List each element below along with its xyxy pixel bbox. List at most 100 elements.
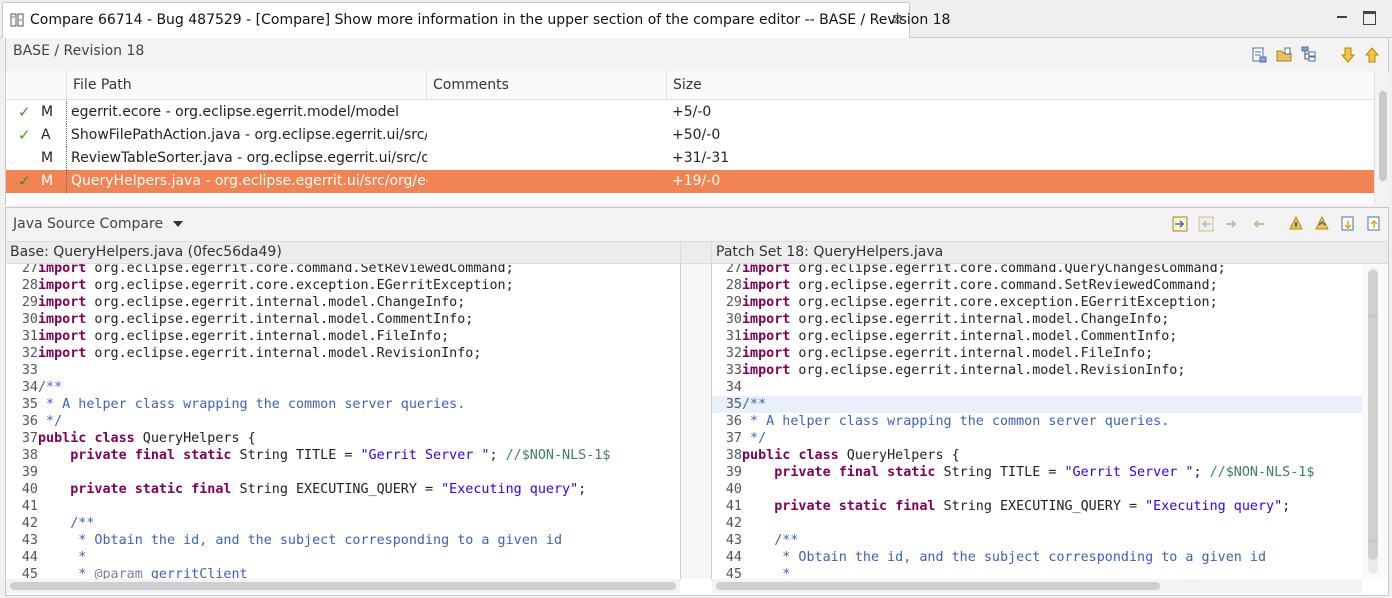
table-row-selected[interactable]: ✓ M QueryHelpers.java - org.eclipse.eger… xyxy=(6,170,1374,193)
code-line[interactable]: 36 */ xyxy=(6,413,680,430)
code-line[interactable]: 39 private final static String TITLE = "… xyxy=(712,464,1362,481)
structure-pane-header: BASE / Revision 18 xyxy=(6,38,1388,71)
code-line[interactable]: 41 xyxy=(6,498,680,515)
code-line[interactable]: 27import org.eclipse.egerrit.core.comman… xyxy=(6,264,680,277)
right-editor-scrollbar[interactable] xyxy=(1362,264,1388,579)
code-line[interactable]: 31import org.eclipse.egerrit.internal.mo… xyxy=(712,328,1362,345)
tree-layout-icon[interactable] xyxy=(1301,46,1317,62)
code-line[interactable]: 32import org.eclipse.egerrit.internal.mo… xyxy=(6,345,680,362)
code-line[interactable]: 34 xyxy=(712,379,1362,396)
left-code-editor[interactable]: 27import org.eclipse.egerrit.core.comman… xyxy=(6,264,680,579)
line-number: 31 xyxy=(21,329,38,344)
right-code-editor[interactable]: 27import org.eclipse.egerrit.core.comman… xyxy=(712,264,1362,579)
code-line[interactable]: 38 private final static String TITLE = "… xyxy=(6,447,680,464)
file-path-cell: ShowFilePathAction.java - org.eclipse.eg… xyxy=(71,127,427,143)
code-line[interactable]: 37public class QueryHelpers { xyxy=(6,430,680,447)
code-text: */ xyxy=(742,431,767,446)
line-number: 30 xyxy=(725,312,742,327)
code-line[interactable]: 34/** xyxy=(6,379,680,396)
code-line[interactable]: 43 /** xyxy=(712,532,1362,549)
scrollbar-thumb[interactable] xyxy=(1379,91,1387,181)
code-line[interactable]: 41 private static final String EXECUTING… xyxy=(712,498,1362,515)
code-line[interactable]: 29import org.eclipse.egerrit.core.except… xyxy=(712,294,1362,311)
size-cell: +50/-0 xyxy=(672,127,721,143)
next-diff-icon[interactable] xyxy=(1340,216,1356,232)
code-text: * xyxy=(38,550,87,565)
code-text: /** xyxy=(38,380,63,395)
code-line[interactable]: 37 */ xyxy=(712,430,1362,447)
code-line[interactable]: 40 xyxy=(712,481,1362,498)
table-row[interactable]: ✓ M egerrit.ecore - org.eclipse.egerrit.… xyxy=(6,101,1374,124)
code-line[interactable]: 44 * xyxy=(6,549,680,566)
code-line[interactable]: 40 private static final String EXECUTING… xyxy=(6,481,680,498)
editor-tab[interactable]: Compare 66714 - Bug 487529 - [Compare] S… xyxy=(2,2,950,38)
maximize-button[interactable] xyxy=(1362,10,1376,25)
code-line[interactable]: 29import org.eclipse.egerrit.internal.mo… xyxy=(6,294,680,311)
column-header-size[interactable]: Size xyxy=(666,71,1374,100)
copy-all-left-to-right-icon[interactable] xyxy=(1172,216,1188,232)
code-line[interactable]: 42 xyxy=(712,515,1362,532)
structure-pane: BASE / Revision 18 File Path Comments Si… xyxy=(5,38,1390,205)
code-line[interactable]: 30import org.eclipse.egerrit.internal.mo… xyxy=(712,311,1362,328)
column-header-comments[interactable]: Comments xyxy=(426,71,666,100)
diff-center-gutter xyxy=(680,264,712,579)
code-line[interactable]: 32import org.eclipse.egerrit.internal.mo… xyxy=(712,345,1362,362)
line-number: 42 xyxy=(725,516,742,531)
code-line[interactable]: 42 /** xyxy=(6,515,680,532)
line-number: 39 xyxy=(725,465,742,480)
viewer-selector-label[interactable]: Java Source Compare xyxy=(13,216,163,232)
line-number: 41 xyxy=(21,499,38,514)
right-horizontal-scrollbar[interactable] xyxy=(712,579,1362,593)
file-table-scrollbar[interactable] xyxy=(1374,71,1390,205)
code-text: import org.eclipse.egerrit.core.command.… xyxy=(742,278,1218,293)
code-line[interactable]: 38public class QueryHelpers { xyxy=(712,447,1362,464)
open-folder-icon[interactable] xyxy=(1276,47,1292,63)
left-horizontal-scrollbar[interactable] xyxy=(6,579,680,593)
code-line[interactable]: 44 * Obtain the id, and the subject corr… xyxy=(712,549,1362,566)
close-tab-icon[interactable]: ⊠ xyxy=(892,13,904,25)
code-line[interactable]: 31import org.eclipse.egerrit.internal.mo… xyxy=(6,328,680,345)
copy-current-left-to-right-icon[interactable] xyxy=(1224,216,1240,232)
show-file-icon[interactable] xyxy=(1251,47,1267,63)
line-number: 41 xyxy=(725,499,742,514)
code-text: import org.eclipse.egerrit.internal.mode… xyxy=(742,346,1154,361)
code-line[interactable]: 35 * A helper class wrapping the common … xyxy=(6,396,680,413)
line-number: 34 xyxy=(725,380,742,395)
change-status: M xyxy=(41,104,54,120)
code-line[interactable]: 45 * xyxy=(712,566,1362,579)
code-line[interactable]: 27import org.eclipse.egerrit.core.comman… xyxy=(712,264,1362,277)
code-line[interactable]: 28import org.eclipse.egerrit.core.except… xyxy=(6,277,680,294)
scrollbar-thumb[interactable] xyxy=(716,582,1160,590)
code-line[interactable]: 33 xyxy=(6,362,680,379)
code-text: * xyxy=(742,567,791,579)
code-line[interactable]: 36 * A helper class wrapping the common … xyxy=(712,413,1362,430)
previous-difference-icon[interactable] xyxy=(1364,47,1380,63)
code-line[interactable]: 39 xyxy=(6,464,680,481)
line-number: 32 xyxy=(725,346,742,361)
table-row[interactable]: M ReviewTableSorter.java - org.eclipse.e… xyxy=(6,147,1374,170)
column-divider xyxy=(66,101,67,124)
code-line[interactable]: 30import org.eclipse.egerrit.internal.mo… xyxy=(6,311,680,328)
line-number: 29 xyxy=(21,295,38,310)
previous-diff-icon[interactable] xyxy=(1366,216,1382,232)
code-text: import org.eclipse.egerrit.internal.mode… xyxy=(38,329,450,344)
next-change-icon[interactable] xyxy=(1288,216,1304,232)
minimize-button[interactable] xyxy=(1335,10,1349,24)
column-header-file-path[interactable]: File Path xyxy=(66,71,432,100)
overview-change-marker[interactable] xyxy=(1369,314,1377,318)
left-pane-title: Base: QueryHelpers.java (0fec56da49) xyxy=(6,241,680,264)
copy-current-right-to-left-icon[interactable] xyxy=(1250,216,1266,232)
table-row[interactable]: ✓ A ShowFilePathAction.java - org.eclips… xyxy=(6,124,1374,147)
code-line[interactable]: 35/** xyxy=(712,396,1362,413)
chevron-down-icon[interactable] xyxy=(173,221,183,227)
code-line[interactable]: 45 * @param gerritClient xyxy=(6,566,680,579)
next-difference-icon[interactable] xyxy=(1340,47,1356,63)
copy-all-right-to-left-icon[interactable] xyxy=(1198,216,1214,232)
overview-change-marker[interactable] xyxy=(1369,539,1377,543)
line-number: 31 xyxy=(725,329,742,344)
code-line[interactable]: 28import org.eclipse.egerrit.core.comman… xyxy=(712,277,1362,294)
code-line[interactable]: 33import org.eclipse.egerrit.internal.mo… xyxy=(712,362,1362,379)
code-line[interactable]: 43 * Obtain the id, and the subject corr… xyxy=(6,532,680,549)
scrollbar-thumb[interactable] xyxy=(10,582,676,590)
previous-change-icon[interactable] xyxy=(1314,216,1330,232)
